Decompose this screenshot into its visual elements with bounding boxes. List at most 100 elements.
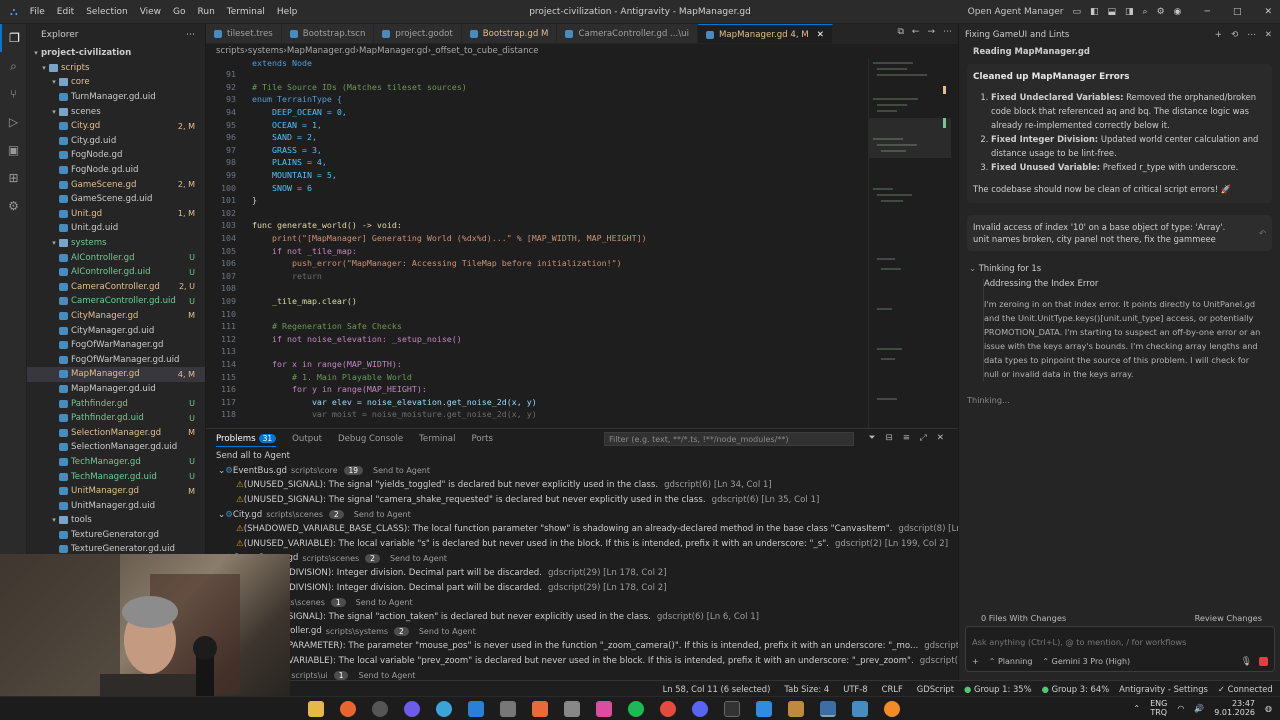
file-item[interactable]: CameraController.gd 2, U (27, 280, 205, 295)
tab-output[interactable]: Output (292, 432, 322, 446)
layout-icon[interactable]: ▭ (1072, 7, 1081, 17)
file-item[interactable]: GameScene.gd 2, M (27, 177, 205, 192)
slack-icon[interactable] (404, 701, 420, 717)
tab-close-icon[interactable]: ✕ (817, 30, 824, 40)
file-item[interactable]: TurnManager.gd.uid (27, 90, 205, 105)
menu-help[interactable]: Help (277, 7, 298, 17)
run-debug-icon[interactable]: ▷ (0, 108, 27, 136)
send-to-agent-button[interactable]: Send to Agent (373, 466, 430, 475)
send-to-agent-button[interactable]: Send to Agent (358, 671, 415, 680)
close-panel-icon[interactable]: ✕ (937, 433, 944, 443)
language-mode[interactable]: GDScript (917, 684, 954, 694)
cursor-position[interactable]: Ln 58, Col 11 (6 selected) (663, 684, 771, 694)
more-icon[interactable]: ⋯ (943, 27, 952, 37)
agent-close-icon[interactable]: ✕ (1265, 30, 1272, 40)
tab-ports[interactable]: Ports (471, 432, 493, 446)
thinking-toggle[interactable]: ⌄ Thinking for 1s (969, 263, 1280, 273)
panel-toggle-icon[interactable]: ⬓ (1108, 7, 1117, 17)
new-chat-icon[interactable]: + (1215, 30, 1222, 40)
project-root[interactable]: ▾ project-civilization (27, 46, 205, 61)
file-item[interactable]: TechManager.gd U (27, 455, 205, 470)
file-item[interactable]: Unit.gd.uid (27, 221, 205, 236)
send-to-agent-button[interactable]: Send to Agent (390, 554, 447, 563)
connection-status[interactable]: ✓ Connected (1218, 684, 1273, 694)
breadcrumb-item[interactable]: systems (248, 46, 284, 56)
volume-icon[interactable]: 🔊 (1194, 704, 1204, 713)
menu-selection[interactable]: Selection (86, 7, 127, 17)
file-item[interactable]: City.gd.uid (27, 134, 205, 149)
app-icon[interactable] (500, 701, 516, 717)
cloud-icon[interactable] (884, 701, 900, 717)
discord-icon[interactable] (692, 701, 708, 717)
send-all-to-agent-button[interactable]: Send all to Agent (206, 449, 958, 464)
file-item[interactable]: SelectionManager.gd.uid (27, 440, 205, 455)
model-selector[interactable]: ⌃ Gemini 3 Pro (High) (1042, 657, 1130, 666)
file-item[interactable]: GameScene.gd.uid (27, 192, 205, 207)
terminal-icon[interactable] (724, 701, 740, 717)
vscode-icon[interactable] (756, 701, 772, 717)
godot-icon[interactable] (852, 701, 868, 717)
editor-tab[interactable]: tileset.tres (206, 24, 282, 43)
problem-row[interactable]: ⚠ (UNUSED_SIGNAL): The signal "camera_sh… (206, 493, 958, 508)
problem-row[interactable]: ⚠ (INTEGER_DIVISION): Integer division. … (206, 566, 958, 581)
file-item[interactable]: FogOfWarManager.gd (27, 338, 205, 353)
settings-status[interactable]: Antigravity - Settings (1119, 684, 1208, 694)
editor-tab[interactable]: MapManager.gd 4, M ✕ (697, 24, 833, 43)
menu-view[interactable]: View (140, 7, 161, 17)
go-forward-icon[interactable]: → (927, 27, 935, 37)
app-icon[interactable] (788, 701, 804, 717)
menu-terminal[interactable]: Terminal (227, 7, 265, 17)
secondary-sidebar-icon[interactable]: ◨ (1125, 7, 1134, 17)
tray-chevron-icon[interactable]: ⌃ (1133, 704, 1140, 713)
view-as-list-icon[interactable]: ≡ (903, 433, 910, 443)
clock-icon[interactable] (564, 701, 580, 717)
source-control-icon[interactable]: ⑂ (0, 80, 27, 108)
file-item[interactable]: CameraController.gd.uid U (27, 294, 205, 309)
file-item[interactable]: AIController.gd.uid U (27, 265, 205, 280)
problem-row[interactable]: ⚠ (UNUSED_SIGNAL): The signal "yields_to… (206, 478, 958, 493)
tab-debug-console[interactable]: Debug Console (338, 432, 403, 446)
review-changes-button[interactable]: Review Changes (1195, 613, 1262, 623)
settings-gear-icon[interactable]: ⚙ (0, 192, 27, 220)
account-icon[interactable]: ◉ (1174, 7, 1182, 17)
antigravity-icon[interactable] (820, 701, 836, 717)
file-explorer-icon[interactable] (308, 701, 324, 717)
network-icon[interactable]: ◠ (1177, 704, 1184, 713)
spotify-icon[interactable] (628, 701, 644, 717)
explorer-icon[interactable]: ❐ (0, 24, 27, 52)
menu-go[interactable]: Go (173, 7, 185, 17)
file-item[interactable]: Unit.gd 1, M (27, 207, 205, 222)
file-item[interactable]: TextureGenerator.gd (27, 528, 205, 543)
filter-icon[interactable]: ⏷ (869, 433, 876, 443)
problem-file-group[interactable]: ⌄ ⚙ CameraController.gdscripts\systems2S… (206, 624, 958, 639)
folder-item[interactable]: ▾ tools (27, 513, 205, 528)
file-item[interactable]: FogNode.gd (27, 148, 205, 163)
file-item[interactable]: TechManager.gd.uid U (27, 469, 205, 484)
open-agent-manager-button[interactable]: Open Agent Manager (968, 7, 1064, 17)
send-to-agent-button[interactable]: Send to Agent (356, 598, 413, 607)
go-back-icon[interactable]: ← (912, 27, 920, 37)
file-item[interactable]: SelectionManager.gd M (27, 425, 205, 440)
problems-filter-input[interactable]: Filter (e.g. text, **/*.ts, !**/node_mod… (604, 432, 854, 446)
microphone-icon[interactable]: 🎙 (1241, 657, 1252, 667)
app-icon[interactable] (596, 701, 612, 717)
stop-icon[interactable] (1259, 657, 1268, 666)
maximize-panel-icon[interactable]: ⤢ (920, 433, 927, 443)
problem-row[interactable]: ⚠ (UNUSED_SIGNAL): The signal "action_ta… (206, 610, 958, 625)
breadcrumb-item[interactable]: _offset_to_cube_distance (431, 46, 538, 56)
problem-row[interactable]: ⚠ (UNUSED_VARIABLE): The local variable … (206, 653, 1027, 668)
minimize-icon[interactable]: ─ (1205, 7, 1210, 17)
chrome-icon[interactable] (660, 701, 676, 717)
line-ending[interactable]: CRLF (882, 684, 903, 694)
folder-item[interactable]: ▾ scenes (27, 104, 205, 119)
undo-icon[interactable]: ↶ (1259, 227, 1266, 239)
remote-icon[interactable]: ▣ (0, 136, 27, 164)
telegram-icon[interactable] (468, 701, 484, 717)
extensions-icon[interactable]: ⊞ (0, 164, 27, 192)
breadcrumb-item[interactable]: scripts (216, 46, 244, 56)
code-editor[interactable]: extends Node 91 92 # Tile Source IDs (Matc… (206, 58, 866, 428)
editor-tab[interactable]: Bootstrap.gd M (461, 24, 558, 43)
file-item[interactable]: FogOfWarManager.gd.uid (27, 352, 205, 367)
app-icon[interactable] (436, 701, 452, 717)
more-actions-icon[interactable]: ⋯ (186, 30, 195, 40)
